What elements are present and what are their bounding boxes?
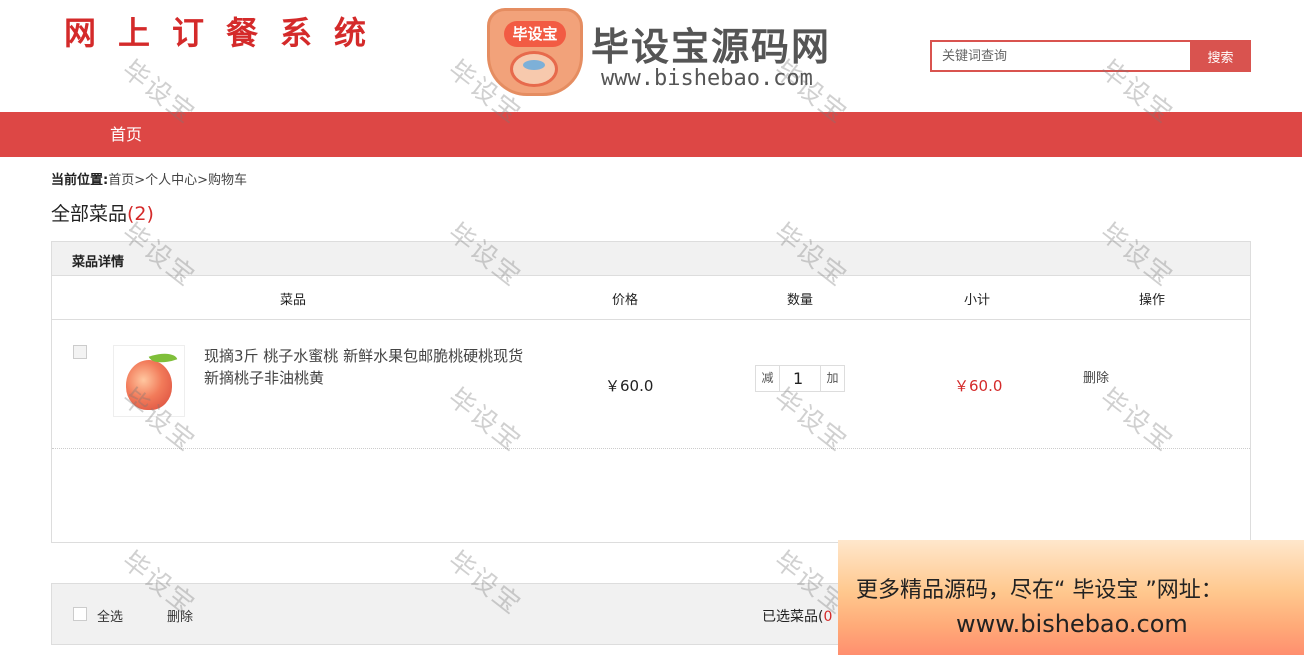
item-checkbox[interactable] xyxy=(73,345,87,359)
brand-logo: 毕设宝 毕设宝源码网 www.bishebao.com xyxy=(487,8,867,100)
logo-face-icon xyxy=(510,51,558,87)
breadcrumb-cart[interactable]: 购物车 xyxy=(208,173,247,188)
breadcrumb-separator: > xyxy=(134,173,146,188)
peach-icon xyxy=(126,360,172,410)
page-title: 全部菜品(2) xyxy=(51,199,154,226)
breadcrumb-label: 当前位置: xyxy=(51,173,109,188)
nav-item-home[interactable]: 首页 xyxy=(110,112,142,157)
cart-panel-title: 菜品详情 xyxy=(72,255,125,270)
product-image[interactable] xyxy=(113,345,185,417)
column-header-action: 操作 xyxy=(1139,293,1166,308)
column-header-dish: 菜品 xyxy=(280,293,307,308)
logo-badge-icon: 毕设宝 xyxy=(487,8,583,96)
page-title-text: 全部菜品 xyxy=(51,203,128,225)
logo-badge-text: 毕设宝 xyxy=(504,21,566,47)
breadcrumb: 当前位置:首页>个人中心>购物车 xyxy=(51,169,247,188)
cart-panel-header: 菜品详情 xyxy=(52,242,1250,276)
quantity-stepper: 减 1 加 xyxy=(755,365,845,392)
promo-url[interactable]: www.bishebao.com xyxy=(956,610,1188,638)
promo-text: 更多精品源码，尽在“ 毕设宝 ”网址： xyxy=(856,578,1223,603)
item-delete-button[interactable]: 删除 xyxy=(1083,367,1109,386)
promo-banner[interactable]: 更多精品源码，尽在“ 毕设宝 ”网址： www.bishebao.com xyxy=(838,540,1304,655)
selected-count: 0 xyxy=(823,609,833,625)
select-all-checkbox[interactable] xyxy=(73,607,87,621)
search-button[interactable]: 搜索 xyxy=(1190,40,1251,72)
main-nav: 首页 xyxy=(0,112,1302,157)
quantity-input[interactable]: 1 xyxy=(779,365,821,392)
logo-name: 毕设宝源码网 xyxy=(591,25,832,69)
product-name-link[interactable]: 现摘3斤 桃子水蜜桃 新鲜水果包邮脆桃硬桃现货新摘桃子非油桃黄 xyxy=(204,345,534,389)
logo-url: www.bishebao.com xyxy=(601,66,813,91)
column-header-quantity: 数量 xyxy=(787,293,814,308)
batch-delete-button[interactable]: 删除 xyxy=(167,606,193,625)
column-header-subtotal: 小计 xyxy=(964,293,991,308)
search-input[interactable] xyxy=(930,40,1190,72)
breadcrumb-separator: > xyxy=(197,173,209,188)
selected-count-text: 已选菜品(0 xyxy=(762,606,832,626)
selected-label: 已选菜品( xyxy=(762,609,824,625)
search-bar: 搜索 xyxy=(930,40,1251,72)
site-header: 网上订餐系统 毕设宝 毕设宝源码网 www.bishebao.com 搜索 xyxy=(0,0,1304,112)
cart-panel: 菜品详情 菜品 价格 数量 小计 操作 现摘3斤 桃子水蜜桃 新鲜水果包邮脆桃硬… xyxy=(51,241,1251,543)
column-header-price: 价格 xyxy=(612,293,639,308)
breadcrumb-user-center[interactable]: 个人中心 xyxy=(145,173,197,188)
select-all-label[interactable]: 全选 xyxy=(97,606,123,625)
site-title: 网上订餐系统 xyxy=(64,14,389,52)
quantity-decrease-button[interactable]: 减 xyxy=(755,365,780,392)
cart-item-row: 现摘3斤 桃子水蜜桃 新鲜水果包邮脆桃硬桃现货新摘桃子非油桃黄 ￥60.0 减 … xyxy=(52,320,1250,449)
item-count-badge: (2) xyxy=(127,203,154,225)
quantity-increase-button[interactable]: 加 xyxy=(820,365,845,392)
item-price: ￥60.0 xyxy=(605,377,654,395)
cart-column-headers: 菜品 价格 数量 小计 操作 xyxy=(52,276,1250,320)
item-subtotal: ￥60.0 xyxy=(954,377,1003,395)
breadcrumb-home[interactable]: 首页 xyxy=(108,173,134,188)
